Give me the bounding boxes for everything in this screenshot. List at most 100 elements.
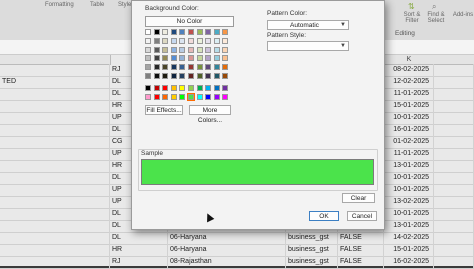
color-swatch[interactable] — [196, 29, 203, 35]
color-swatch[interactable] — [188, 64, 194, 71]
table-cell[interactable] — [0, 172, 110, 184]
color-swatch[interactable] — [170, 46, 177, 53]
color-swatch[interactable] — [153, 64, 160, 71]
color-swatch[interactable] — [205, 84, 212, 91]
pattern-style-select[interactable]: ▼ — [267, 41, 349, 51]
color-swatch[interactable] — [145, 46, 151, 53]
table-cell[interactable] — [434, 100, 474, 112]
table-cell[interactable]: 08-02-2025 — [384, 64, 434, 76]
table-cell[interactable]: 10-01-2025 — [384, 184, 434, 196]
color-swatch[interactable] — [153, 37, 160, 44]
table-cell[interactable] — [0, 148, 110, 160]
color-swatch[interactable] — [196, 55, 203, 62]
color-swatch[interactable] — [145, 64, 151, 71]
table-cell[interactable]: 16-01-2025 — [384, 124, 434, 136]
table-cell[interactable] — [434, 172, 474, 184]
color-swatch[interactable] — [196, 46, 203, 53]
color-swatch[interactable] — [179, 46, 186, 53]
color-swatch[interactable] — [188, 46, 194, 53]
cancel-button[interactable]: Cancel — [347, 211, 377, 221]
find-select-label[interactable]: Find & Select — [426, 12, 446, 24]
color-swatch[interactable] — [145, 37, 151, 44]
color-swatch[interactable] — [205, 46, 212, 53]
color-swatch[interactable] — [162, 46, 169, 53]
table-cell[interactable] — [0, 160, 110, 172]
table-cell[interactable] — [0, 184, 110, 196]
table-cell[interactable] — [434, 196, 474, 208]
table-cell[interactable]: FALSE — [338, 256, 384, 268]
find-select-icon[interactable]: ⌕ — [432, 2, 441, 11]
table-cell[interactable] — [434, 88, 474, 100]
color-swatch[interactable] — [222, 29, 229, 35]
color-swatch[interactable] — [179, 93, 186, 100]
table-cell[interactable]: 16-02-2025 — [384, 256, 434, 268]
color-swatch[interactable] — [179, 64, 186, 71]
table-cell[interactable]: 12-02-2025 — [384, 76, 434, 88]
color-swatch[interactable] — [170, 84, 177, 91]
sort-filter-label[interactable]: Sort & Filter — [403, 12, 421, 24]
table-cell[interactable]: 06-Haryana — [168, 244, 286, 256]
color-swatch[interactable] — [153, 55, 160, 62]
color-swatch[interactable] — [170, 64, 177, 71]
table-cell[interactable] — [434, 232, 474, 244]
table-cell[interactable]: business_gst — [286, 232, 338, 244]
color-swatch[interactable] — [196, 93, 203, 100]
table-cell[interactable]: 14-02-2025 — [384, 232, 434, 244]
color-swatch[interactable] — [188, 55, 194, 62]
color-swatch[interactable] — [222, 46, 229, 53]
color-swatch[interactable] — [196, 37, 203, 44]
color-swatch[interactable] — [205, 93, 212, 100]
color-swatch[interactable] — [205, 73, 212, 79]
table-cell[interactable] — [0, 196, 110, 208]
table-cell[interactable] — [434, 124, 474, 136]
table-cell[interactable] — [0, 100, 110, 112]
table-cell[interactable] — [0, 256, 110, 268]
color-swatch[interactable] — [213, 29, 220, 35]
table-cell[interactable] — [0, 136, 110, 148]
table-cell[interactable] — [0, 244, 110, 256]
color-swatch[interactable] — [222, 37, 229, 44]
table-cell[interactable] — [434, 184, 474, 196]
ribbon-tab-formatting[interactable]: Formatting — [45, 2, 74, 8]
table-cell[interactable]: 13-02-2025 — [384, 196, 434, 208]
table-cell[interactable]: FALSE — [338, 244, 384, 256]
table-cell[interactable] — [434, 112, 474, 124]
pattern-color-select[interactable]: Automatic ▼ — [267, 20, 349, 30]
table-cell[interactable] — [434, 160, 474, 172]
table-cell[interactable] — [434, 64, 474, 76]
table-cell[interactable]: 01-02-2025 — [384, 136, 434, 148]
table-cell[interactable]: 10-01-2025 — [384, 208, 434, 220]
ribbon-tab-table[interactable]: Table — [90, 2, 104, 8]
color-swatch[interactable] — [145, 84, 151, 91]
table-cell[interactable] — [434, 208, 474, 220]
color-swatch[interactable] — [188, 37, 194, 44]
color-swatch[interactable] — [162, 55, 169, 62]
color-swatch[interactable] — [162, 73, 169, 79]
color-swatch[interactable] — [205, 29, 212, 35]
color-swatch[interactable] — [179, 55, 186, 62]
color-swatch[interactable] — [222, 64, 229, 71]
color-swatch[interactable] — [153, 84, 160, 91]
color-swatch[interactable] — [153, 46, 160, 53]
color-swatch[interactable] — [170, 55, 177, 62]
table-cell[interactable]: 10-01-2025 — [384, 112, 434, 124]
table-cell[interactable] — [434, 220, 474, 232]
table-cell[interactable]: 15-01-2025 — [384, 100, 434, 112]
color-swatch[interactable] — [162, 64, 169, 71]
color-swatch[interactable] — [188, 73, 194, 79]
color-swatch[interactable] — [162, 37, 169, 44]
color-swatch[interactable] — [179, 29, 186, 35]
table-cell[interactable] — [0, 208, 110, 220]
color-swatch[interactable] — [213, 84, 220, 91]
color-swatch[interactable] — [188, 29, 194, 35]
color-swatch[interactable] — [213, 37, 220, 44]
sort-filter-icon[interactable]: ⇅ — [408, 2, 417, 11]
color-swatch[interactable] — [196, 73, 203, 79]
color-swatch[interactable] — [205, 37, 212, 44]
table-cell[interactable] — [434, 76, 474, 88]
color-swatch[interactable] — [213, 73, 220, 79]
color-swatch[interactable] — [222, 93, 229, 100]
table-cell[interactable]: 15-01-2025 — [384, 244, 434, 256]
color-swatch[interactable] — [188, 84, 194, 91]
color-swatch[interactable] — [196, 64, 203, 71]
